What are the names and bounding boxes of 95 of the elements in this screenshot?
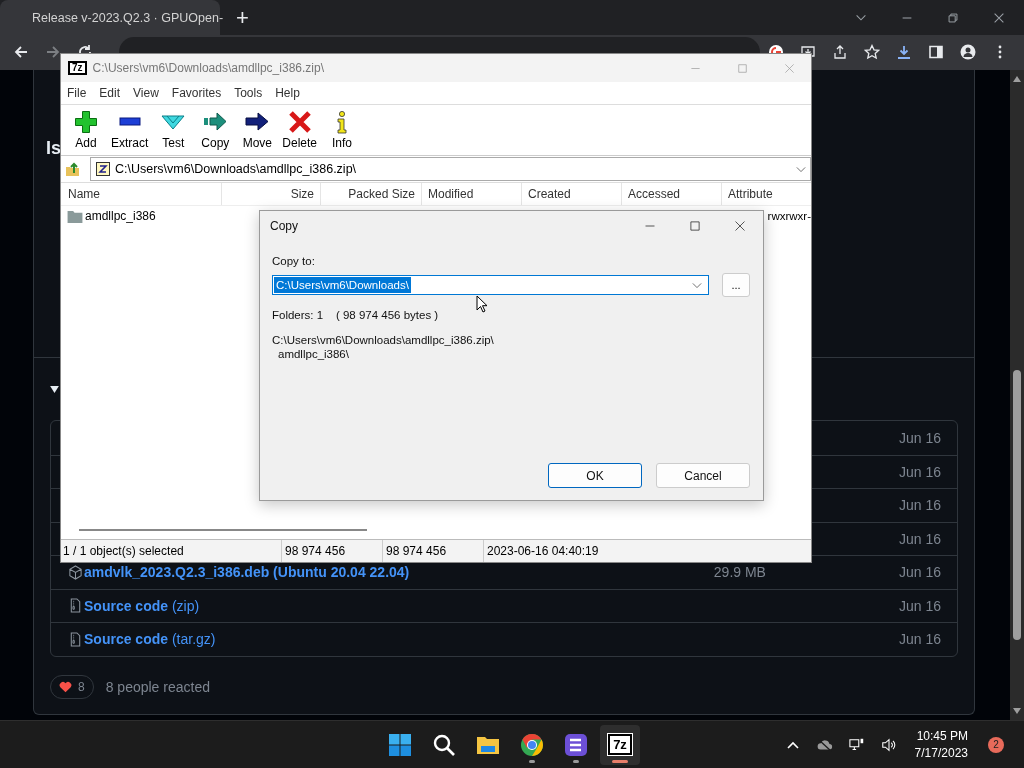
new-tab-button[interactable]: + xyxy=(236,6,249,29)
profile-icon[interactable] xyxy=(960,44,976,60)
share-icon[interactable] xyxy=(832,44,848,60)
menu-item[interactable]: Tools xyxy=(234,86,263,100)
source-path: amdllpc_i386\ xyxy=(277,347,350,361)
asset-date: Jun 16 xyxy=(898,564,941,581)
menu-item[interactable]: View xyxy=(133,86,159,100)
restore-icon[interactable] xyxy=(946,10,960,25)
taskbar-app[interactable]: 7z xyxy=(600,724,640,765)
mouse-cursor-icon xyxy=(476,295,488,313)
toolbar-button[interactable]: Move xyxy=(236,110,279,150)
menu-item[interactable]: File xyxy=(67,86,87,100)
toolbar-button[interactable]: Add xyxy=(65,110,107,150)
heart-icon xyxy=(59,680,72,693)
network-icon[interactable] xyxy=(848,736,865,753)
copy-to-label: Copy to: xyxy=(272,255,316,267)
column-header[interactable]: Modified xyxy=(422,183,522,205)
scroll-down-icon[interactable] xyxy=(1013,708,1021,714)
browse-button[interactable]: ... xyxy=(722,273,750,297)
collapse-triangle-icon[interactable] xyxy=(50,385,59,393)
download-icon[interactable] xyxy=(896,44,912,60)
folder-icon xyxy=(67,209,83,223)
app-icon xyxy=(564,732,588,757)
release-heading: Is xyxy=(46,138,61,158)
asset-link[interactable]: Source code (zip) xyxy=(84,597,200,614)
column-header[interactable]: Created xyxy=(522,183,622,205)
zip-file-icon xyxy=(68,598,83,614)
running-indicator xyxy=(573,759,579,763)
dropdown-caret-icon xyxy=(692,281,702,289)
asset-date: Jun 16 xyxy=(898,597,941,614)
back-icon[interactable] xyxy=(13,44,29,60)
toolbar-button[interactable]: Info xyxy=(321,110,364,150)
file-attributes: rwxrwxr- xyxy=(767,210,811,222)
column-header[interactable]: Size xyxy=(222,183,321,205)
column-header[interactable]: Attribute xyxy=(722,183,811,205)
windows-logo-icon xyxy=(388,732,412,757)
zip-file-icon xyxy=(68,631,83,647)
toolbar-button[interactable]: Delete xyxy=(278,110,322,150)
forward-icon[interactable] xyxy=(45,44,61,60)
status-text: 2023-06-16 04:40:19 xyxy=(486,543,599,560)
running-indicator xyxy=(612,759,628,763)
asset-date: Jun 16 xyxy=(898,530,941,547)
reload-icon[interactable] xyxy=(77,44,93,53)
status-text: 1 / 1 object(s) selected xyxy=(61,540,282,562)
clock[interactable]: 10:45 PM 7/17/2023 xyxy=(914,727,968,762)
column-header[interactable]: Packed Size xyxy=(321,183,422,205)
source-path: C:\Users\vm6\Downloads\amdllpc_i386.zip\ xyxy=(272,333,495,347)
column-header[interactable]: Accessed xyxy=(622,183,722,205)
asset-date: Jun 16 xyxy=(898,497,941,514)
path-field[interactable]: C:\Users\vm6\Downloads\amdllpc_i386.zip\ xyxy=(90,157,811,181)
chrome-icon xyxy=(520,732,544,757)
toolbar-button[interactable]: Extract xyxy=(107,110,153,150)
plus-icon xyxy=(74,110,98,134)
package-icon xyxy=(68,564,83,580)
destination-field[interactable]: C:\Users\vm6\Downloads\ xyxy=(272,275,709,295)
menu-item[interactable]: Help xyxy=(275,86,300,100)
file-name[interactable]: amdllpc_i386 xyxy=(85,209,156,223)
status-text: 98 974 456 xyxy=(282,540,383,562)
archiver-logo: 7z xyxy=(68,61,87,75)
running-indicator xyxy=(529,759,535,763)
archive-icon xyxy=(95,161,111,177)
right-arrow-icon xyxy=(245,110,270,134)
volume-icon[interactable] xyxy=(880,736,897,753)
folder-up-icon[interactable] xyxy=(65,161,81,177)
scrollbar-track[interactable] xyxy=(1010,70,1024,720)
scroll-up-icon[interactable] xyxy=(1013,76,1021,82)
window-title: C:\Users\vm6\Downloads\amdllpc_i386.zip\ xyxy=(92,61,324,75)
close-icon[interactable] xyxy=(734,220,746,232)
dialog-button[interactable]: Cancel xyxy=(656,463,750,488)
dropdown-caret-icon xyxy=(796,165,806,173)
toolbar-button[interactable]: Copy xyxy=(194,110,237,150)
notification-badge[interactable]: 2 xyxy=(988,736,1004,753)
asset-date: Jun 16 xyxy=(898,429,941,446)
status-text: 98 974 456 xyxy=(383,540,484,562)
asset-size: 29.9 MB xyxy=(713,564,766,581)
search-icon xyxy=(432,732,456,757)
copy-arrow-icon xyxy=(203,110,228,134)
toolbar-button[interactable]: Test xyxy=(152,110,195,150)
dialog-button[interactable]: OK xyxy=(548,463,642,488)
asset-link[interactable]: amdvlk_2023.Q2.3_i386.deb (Ubuntu 20.04 22.04) xyxy=(84,564,410,581)
side-panel-icon[interactable] xyxy=(928,44,944,60)
dialog-title: Copy xyxy=(270,219,298,233)
menu-item[interactable]: Edit xyxy=(99,86,121,100)
maximize-icon[interactable] xyxy=(689,220,701,232)
asset-date: Jun 16 xyxy=(898,463,941,480)
delete-icon xyxy=(287,110,312,134)
reaction-summary: 8 people reacted xyxy=(105,678,210,695)
scrollbar-thumb[interactable] xyxy=(1013,370,1021,640)
asset-date: Jun 16 xyxy=(898,631,941,648)
column-header[interactable]: Name xyxy=(61,183,222,205)
asset-link[interactable]: Source code (tar.gz) xyxy=(84,631,216,648)
folder-info: Folders: 1 ( 98 974 456 bytes ) xyxy=(272,309,440,321)
menu-item[interactable]: Favorites xyxy=(171,86,222,100)
star-icon[interactable] xyxy=(864,44,880,60)
archiver-logo: 7z xyxy=(608,734,632,755)
